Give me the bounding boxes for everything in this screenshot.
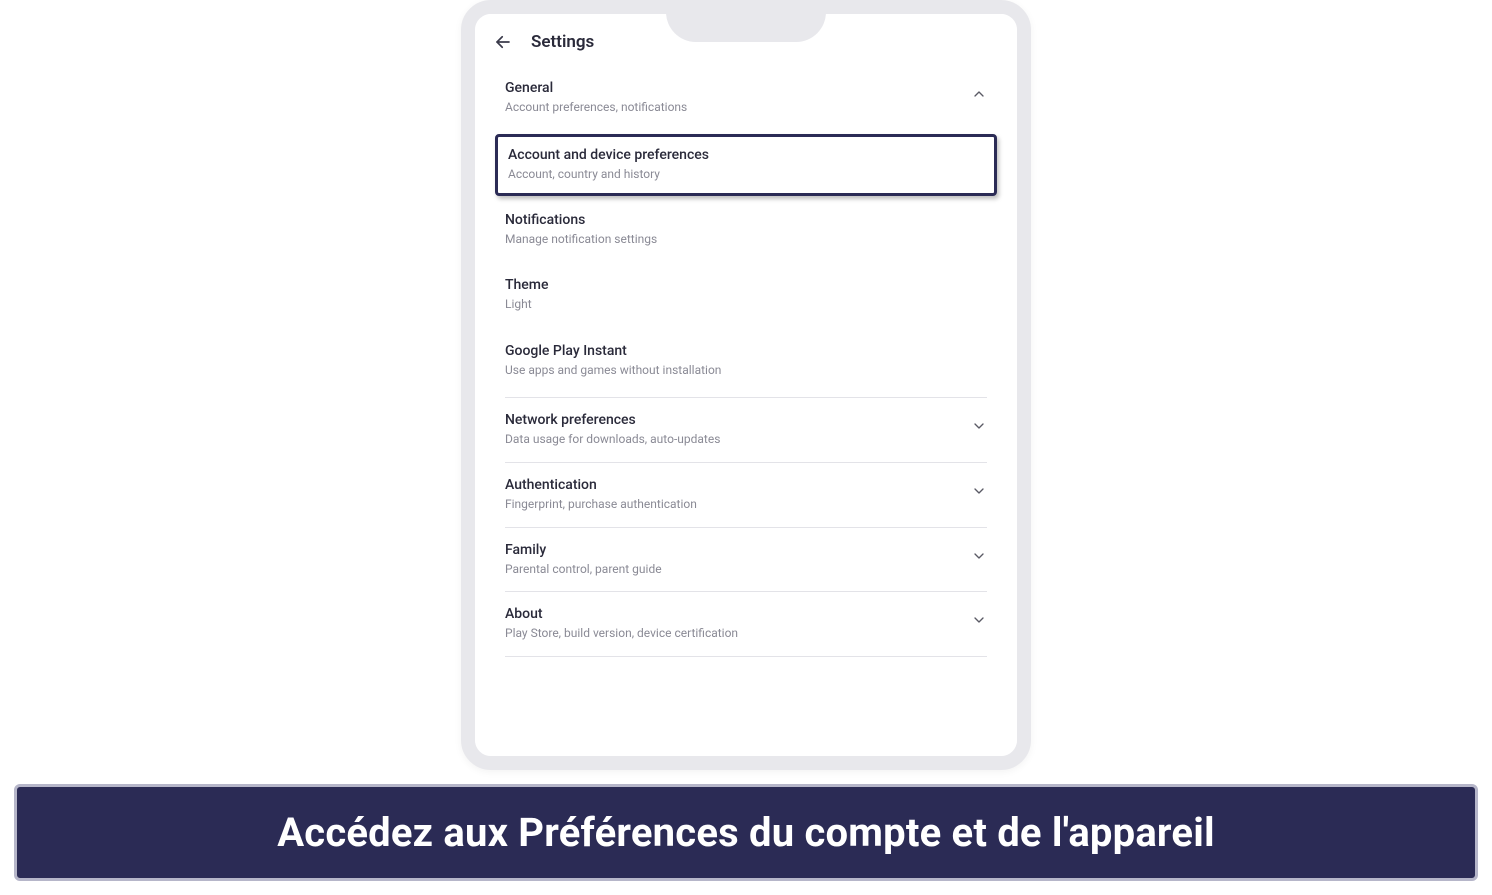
settings-screen: Settings General Account preferences, no… [475,14,1017,756]
chevron-down-icon [971,612,987,628]
setting-subtitle: Fingerprint, purchase authentication [505,496,971,513]
setting-subtitle: Play Store, build version, device certif… [505,625,971,642]
setting-text: Account and device preferences Account, … [508,147,984,183]
setting-about[interactable]: About Play Store, build version, device … [495,592,997,656]
setting-subtitle: Manage notification settings [505,231,987,248]
setting-title: Authentication [505,477,971,493]
setting-title: Family [505,542,971,558]
setting-subtitle: Account preferences, notifications [505,99,971,116]
setting-title: Notifications [505,212,987,228]
chevron-down-icon [971,548,987,564]
setting-subtitle: Light [505,296,987,313]
setting-subtitle: Parental control, parent guide [505,561,971,578]
setting-title: About [505,606,971,622]
setting-theme[interactable]: Theme Light [495,265,997,331]
chevron-down-icon [971,418,987,434]
chevron-down-icon [971,483,987,499]
caption-bar: Accédez aux Préférences du compte et de … [14,784,1478,881]
setting-subtitle: Account, country and history [508,166,984,183]
setting-network-preferences[interactable]: Network preferences Data usage for downl… [495,398,997,462]
setting-notifications[interactable]: Notifications Manage notification settin… [495,200,997,266]
phone-frame: Settings General Account preferences, no… [461,0,1031,770]
setting-text: Family Parental control, parent guide [505,542,971,578]
setting-authentication[interactable]: Authentication Fingerprint, purchase aut… [495,463,997,527]
setting-title: Google Play Instant [505,343,987,359]
setting-title: Theme [505,277,987,293]
setting-text: Network preferences Data usage for downl… [505,412,971,448]
setting-google-play-instant[interactable]: Google Play Instant Use apps and games w… [495,331,997,397]
setting-title: Network preferences [505,412,971,428]
page-title: Settings [531,32,594,52]
setting-account-device-preferences[interactable]: Account and device preferences Account, … [495,134,997,196]
setting-subtitle: Data usage for downloads, auto-updates [505,431,971,448]
setting-text: General Account preferences, notificatio… [505,80,971,116]
chevron-up-icon [971,86,987,102]
phone-notch [666,12,826,42]
setting-general[interactable]: General Account preferences, notificatio… [495,66,997,130]
arrow-left-icon [494,33,512,51]
setting-title: Account and device preferences [508,147,984,163]
caption-text: Accédez aux Préférences du compte et de … [37,809,1455,856]
setting-text: Authentication Fingerprint, purchase aut… [505,477,971,513]
divider [505,656,987,657]
setting-family[interactable]: Family Parental control, parent guide [495,528,997,592]
setting-subtitle: Use apps and games without installation [505,362,987,379]
setting-title: General [505,80,971,96]
back-button[interactable] [493,32,513,52]
settings-list: General Account preferences, notificatio… [475,66,1017,657]
setting-text: About Play Store, build version, device … [505,606,971,642]
